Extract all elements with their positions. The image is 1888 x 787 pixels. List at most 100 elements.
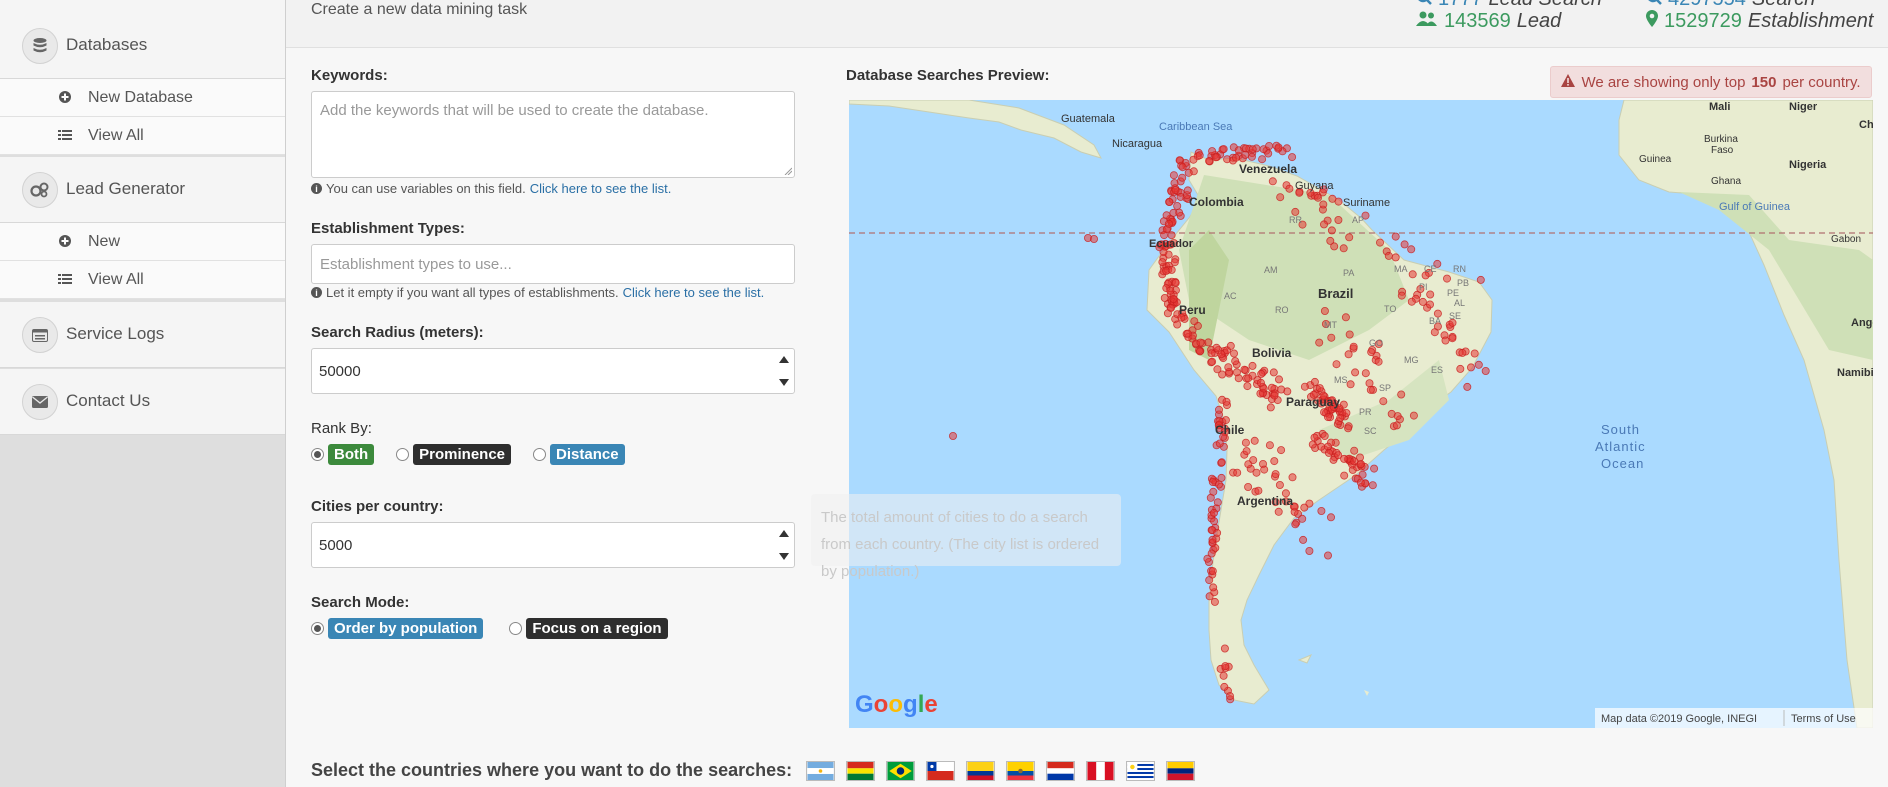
- brazil-flag[interactable]: [886, 760, 916, 781]
- search-marker: [1326, 513, 1335, 522]
- bolivia-flag[interactable]: [846, 760, 876, 781]
- search-marker: [1313, 193, 1322, 202]
- search-marker: [1249, 456, 1258, 465]
- search-marker: [1173, 320, 1182, 329]
- rank-distance-radio[interactable]: [533, 448, 547, 461]
- cities-tooltip: The total amount of cities to do a searc…: [811, 494, 1121, 580]
- rank-prominence-radio[interactable]: [396, 448, 410, 461]
- establishment-types-input[interactable]: Establishment types to use...: [311, 244, 795, 284]
- search-marker: [1178, 173, 1187, 182]
- search-marker: [1266, 403, 1275, 412]
- search-radius-stepper[interactable]: [774, 349, 794, 393]
- mode-region-radio[interactable]: [509, 622, 523, 635]
- search-marker: [1195, 347, 1204, 356]
- search-marker: [1391, 232, 1400, 241]
- svg-text:PI: PI: [1419, 282, 1428, 292]
- page-header: Create a new data mining task 1777 Lead …: [286, 0, 1888, 48]
- sidebar-item-new-lead[interactable]: New: [0, 223, 285, 261]
- search-marker: [1171, 278, 1180, 287]
- establishment-types-link[interactable]: Click here to see the list.: [623, 285, 765, 300]
- search-marker: [1265, 441, 1274, 450]
- search-radius-input[interactable]: 50000: [311, 348, 795, 394]
- search-marker: [1220, 682, 1229, 691]
- mode-population-radio[interactable]: [311, 622, 324, 635]
- mode-region-label[interactable]: Focus on a region: [526, 618, 668, 639]
- svg-text:RN: RN: [1453, 264, 1466, 274]
- map-terms-link[interactable]: Terms of Use: [1791, 713, 1856, 725]
- google-logo: Google: [855, 691, 938, 718]
- search-marker: [1418, 297, 1427, 306]
- search-marker: [1217, 350, 1226, 359]
- sidebar-section-databases[interactable]: Databases: [0, 13, 285, 79]
- search-marker: [1270, 457, 1279, 466]
- rank-both-label[interactable]: Both: [328, 444, 375, 465]
- search-marker: [1089, 234, 1098, 243]
- keywords-variables-link[interactable]: Click here to see the list.: [530, 181, 672, 196]
- rank-by-options: Both Prominence Distance: [311, 444, 625, 465]
- keywords-help: i You can use variables on this field. C…: [311, 181, 671, 196]
- search-marker: [1317, 506, 1326, 515]
- search-marker: [1332, 360, 1341, 369]
- rank-both-radio[interactable]: [311, 448, 324, 461]
- ecuador-flag[interactable]: [1006, 760, 1036, 781]
- sidebar-item-new-database[interactable]: New Database: [0, 79, 285, 117]
- search-marker: [1443, 274, 1452, 283]
- search-marker: [1426, 300, 1435, 309]
- cities-per-country-stepper[interactable]: [774, 523, 794, 567]
- users-icon: [1416, 10, 1438, 33]
- search-marker: [1392, 421, 1401, 430]
- peru-flag[interactable]: [1086, 760, 1116, 781]
- rank-prominence-label[interactable]: Prominence: [413, 444, 512, 465]
- lead-stat: 143569 Lead: [1416, 10, 1561, 33]
- sidebar-item-view-all-leads[interactable]: View All: [0, 261, 285, 299]
- resize-handle-icon[interactable]: [784, 167, 792, 175]
- sidebar-section-label: Lead Generator: [66, 179, 186, 198]
- sidebar-section-contact-us[interactable]: Contact Us: [0, 369, 285, 435]
- map-attribution: Map data ©2019 Google, INEGI: [1601, 713, 1757, 725]
- sidebar-section-label: Contact Us: [66, 391, 151, 410]
- sidebar-item-view-all-databases[interactable]: View All: [0, 117, 285, 155]
- search-marker: [1344, 424, 1353, 433]
- search-marker: [1317, 442, 1326, 451]
- venezuela-flag[interactable]: [1166, 760, 1196, 781]
- map-canvas[interactable]: Guatemala Caribbean Sea Nicaragua Venezu…: [849, 100, 1873, 728]
- chile-flag[interactable]: [926, 760, 956, 781]
- sidebar-section-service-logs[interactable]: Service Logs: [0, 302, 285, 368]
- search-radius-value: 50000: [319, 363, 361, 380]
- svg-text:SE: SE: [1449, 311, 1461, 321]
- establishment-types-label: Establishment Types:: [311, 220, 465, 237]
- search-marker: [1397, 390, 1406, 399]
- sidebar-section-lead-generator[interactable]: Lead Generator: [0, 157, 285, 223]
- search-marker: [1291, 520, 1300, 529]
- searches-map[interactable]: Guatemala Caribbean Sea Nicaragua Venezu…: [849, 100, 1873, 728]
- establishment-help-text: Let it empty if you want all types of es…: [326, 285, 619, 300]
- search-marker: [1275, 480, 1284, 489]
- keywords-textarea[interactable]: Add the keywords that will be used to cr…: [311, 91, 795, 178]
- search-marker: [1407, 297, 1416, 306]
- argentina-flag[interactable]: [806, 760, 836, 781]
- search-marker: [1212, 343, 1221, 352]
- search-marker: [1241, 150, 1250, 159]
- paraguay-flag[interactable]: [1046, 760, 1076, 781]
- search-marker: [1158, 258, 1167, 267]
- sidebar-item-label: View All: [88, 271, 144, 288]
- svg-text:GO: GO: [1369, 338, 1383, 348]
- colombia-flag[interactable]: [966, 760, 996, 781]
- search-marker: [1242, 447, 1251, 456]
- svg-text:Namibia: Namibia: [1837, 367, 1873, 379]
- uruguay-flag[interactable]: [1126, 760, 1156, 781]
- search-marker: [1368, 481, 1377, 490]
- search-marker: [1274, 375, 1283, 384]
- svg-text:South: South: [1601, 422, 1640, 437]
- search-marker: [1183, 329, 1192, 338]
- rank-distance-label[interactable]: Distance: [550, 444, 625, 465]
- svg-text:Faso: Faso: [1711, 145, 1734, 156]
- mode-population-label[interactable]: Order by population: [328, 618, 484, 639]
- list-icon: [58, 128, 72, 142]
- cities-per-country-input[interactable]: 5000: [311, 522, 795, 568]
- search-marker: [1205, 157, 1214, 166]
- search-marker: [1285, 184, 1294, 193]
- search-marker: [1334, 451, 1343, 460]
- search-marker: [1350, 446, 1359, 455]
- search-marker: [1208, 567, 1217, 576]
